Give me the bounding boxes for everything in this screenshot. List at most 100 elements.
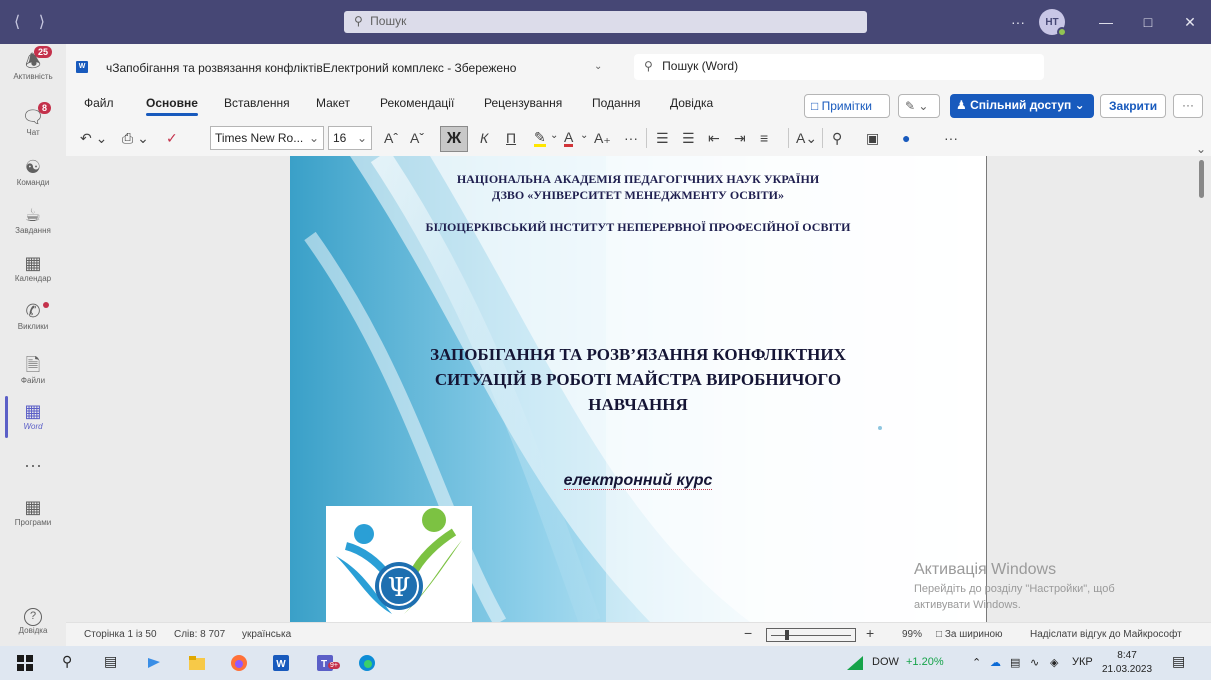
close-document-button[interactable]: Закрити — [1100, 94, 1166, 118]
close-icon[interactable]: ✕ — [1169, 14, 1211, 31]
tab-view[interactable]: Подання — [592, 96, 640, 110]
more-font-options-icon[interactable]: ··· — [624, 130, 638, 146]
rail-apps[interactable]: ▦ Програми — [0, 496, 66, 527]
bullets-icon[interactable]: ☰ — [656, 130, 669, 147]
volume-icon[interactable]: ◈ — [1050, 656, 1058, 669]
tab-home[interactable]: Основне — [146, 96, 198, 116]
more-ribbon-icon[interactable]: ··· — [944, 130, 958, 146]
shrink-font-icon[interactable]: Aˇ — [410, 130, 424, 146]
italic-button[interactable]: К — [480, 130, 488, 146]
highlight-icon[interactable]: ✎ — [534, 130, 546, 147]
file-explorer-icon[interactable] — [188, 654, 206, 672]
windows-start-icon[interactable] — [16, 654, 34, 672]
font-name-select[interactable]: Times New Ro... ⌄ — [210, 126, 324, 150]
word-search-input[interactable]: ⚲ Пошук (Word) — [634, 54, 1044, 80]
align-icon[interactable]: ≡ — [760, 130, 768, 146]
tab-help[interactable]: Довідка — [670, 96, 713, 110]
stock-name[interactable]: DOW — [872, 656, 899, 668]
tab-insert[interactable]: Вставлення — [224, 96, 290, 110]
tab-review[interactable]: Рецензування — [484, 96, 562, 110]
more-options-icon[interactable]: ··· — [1011, 14, 1025, 30]
onedrive-cloud-icon[interactable]: ☁ — [990, 656, 1001, 669]
rail-word[interactable]: ▦ Word — [0, 400, 66, 431]
zoom-level[interactable]: 99% — [902, 629, 922, 640]
clock[interactable]: 8:47 21.03.2023 — [1102, 649, 1152, 677]
chevron-down-icon[interactable]: ⌄ — [594, 61, 602, 72]
scrollbar-thumb[interactable] — [1199, 160, 1204, 198]
more-options-button[interactable]: ··· — [1173, 94, 1203, 118]
vertical-scrollbar[interactable] — [1191, 156, 1211, 622]
battery-icon[interactable]: ▤ — [1010, 656, 1020, 669]
app-icon[interactable] — [146, 654, 164, 672]
rail-chat[interactable]: 🗨 8 Чат — [0, 102, 66, 137]
minimize-icon[interactable]: — — [1085, 14, 1127, 30]
styles-icon[interactable]: A⌄ — [796, 130, 817, 147]
font-color-icon[interactable]: A — [564, 130, 574, 147]
feedback-link[interactable]: Надіслати відгук до Майкрософт — [1030, 629, 1182, 640]
document-title[interactable]: чЗапобігання та розвязання конфліктівЕле… — [106, 61, 516, 75]
clear-formatting-icon[interactable]: A₊ — [594, 130, 611, 147]
comments-button[interactable]: □ Примітки — [804, 94, 890, 118]
rail-more[interactable]: ··· — [0, 454, 66, 476]
edge-icon[interactable] — [358, 654, 376, 672]
psychology-logo-image: Ψ — [326, 506, 472, 622]
rail-calendar[interactable]: ▦ Календар — [0, 252, 66, 283]
page-count[interactable]: Сторінка 1 із 50 — [84, 629, 157, 640]
dictate-microphone-icon[interactable]: ● — [902, 130, 910, 146]
nav-arrows: ⟨ ⟩ — [14, 12, 59, 32]
tab-layout[interactable]: Макет — [316, 96, 350, 110]
decrease-indent-icon[interactable]: ⇤ — [708, 130, 720, 147]
tab-file[interactable]: Файл — [84, 96, 114, 110]
paste-icon[interactable]: ⎙ ⌄ — [122, 130, 149, 147]
chevron-down-icon[interactable]: ⌄ — [580, 130, 588, 141]
input-language[interactable]: УКР — [1072, 656, 1093, 668]
fit-width-button[interactable]: □ За шириною — [936, 629, 1003, 640]
underline-button[interactable]: П — [506, 130, 516, 146]
global-search-input[interactable]: ⚲ Пошук — [344, 11, 867, 33]
chevron-down-icon: ⌄ — [1074, 98, 1085, 112]
numbering-icon[interactable]: ☰ — [682, 130, 695, 147]
increase-indent-icon[interactable]: ⇥ — [734, 130, 746, 147]
format-painter-icon[interactable]: ✓ — [166, 130, 178, 147]
share-button[interactable]: ♟ Спільний доступ ⌄ — [950, 94, 1094, 118]
zoom-slider-thumb[interactable] — [785, 630, 789, 640]
firefox-icon[interactable] — [230, 654, 248, 672]
rail-teams[interactable]: ☯ Команди — [0, 156, 66, 187]
chevron-down-icon[interactable]: ⌄ — [550, 130, 558, 141]
language-indicator[interactable]: українська — [242, 629, 291, 640]
show-hidden-icons-icon[interactable]: ⌃ — [972, 656, 981, 669]
word-taskbar-icon[interactable]: W — [272, 654, 290, 672]
stock-change[interactable]: +1.20% — [906, 656, 944, 668]
ribbon-expand-icon[interactable]: ⌄ — [1196, 142, 1206, 156]
notifications-icon[interactable]: ▤ — [1172, 653, 1185, 670]
watermark-line-3: активувати Windows. — [914, 599, 1021, 611]
font-size-select[interactable]: 16 ⌄ — [328, 126, 372, 150]
back-arrow-icon[interactable]: ⟨ — [14, 14, 20, 31]
find-icon[interactable]: ⚲ — [832, 130, 842, 147]
editing-mode-button[interactable]: ✎ ⌄ — [898, 94, 940, 118]
undo-icon[interactable]: ↶ ⌄ — [80, 130, 107, 147]
word-icon: ▦ — [24, 401, 42, 421]
tab-references[interactable]: Рекомендації — [380, 96, 454, 110]
forward-arrow-icon[interactable]: ⟩ — [39, 14, 45, 31]
grow-font-icon[interactable]: Aˆ — [384, 130, 398, 146]
avatar[interactable]: НТ — [1039, 9, 1067, 37]
search-icon[interactable]: ⚲ — [62, 653, 72, 670]
activity-badge: 25 — [34, 46, 53, 58]
bold-button[interactable]: Ж — [440, 126, 468, 152]
document-page[interactable]: НАЦІОНАЛЬНА АКАДЕМІЯ ПЕДАГОГІЧНИХ НАУК У… — [290, 156, 986, 622]
rail-calls[interactable]: ✆ Виклики — [0, 300, 66, 331]
help-button[interactable]: ? Довідка — [0, 608, 66, 635]
zoom-out-button[interactable]: − — [744, 625, 752, 641]
zoom-in-button[interactable]: + — [866, 625, 874, 641]
wifi-icon[interactable]: ∿ — [1030, 656, 1039, 669]
maximize-icon[interactable]: □ — [1127, 14, 1169, 30]
rail-tasks[interactable]: ☕ Завдання — [0, 204, 66, 235]
zoom-slider[interactable] — [766, 628, 856, 642]
document-canvas[interactable]: НАЦІОНАЛЬНА АКАДЕМІЯ ПЕДАГОГІЧНИХ НАУК У… — [66, 156, 1211, 622]
task-view-icon[interactable]: ▤ — [104, 653, 117, 670]
rail-files[interactable]: 🗎 Файли — [0, 354, 66, 385]
editor-icon[interactable]: ▣ — [866, 130, 879, 147]
word-count[interactable]: Слів: 8 707 — [174, 629, 225, 640]
rail-activity[interactable]: 🕭 25 Активність — [0, 46, 66, 81]
